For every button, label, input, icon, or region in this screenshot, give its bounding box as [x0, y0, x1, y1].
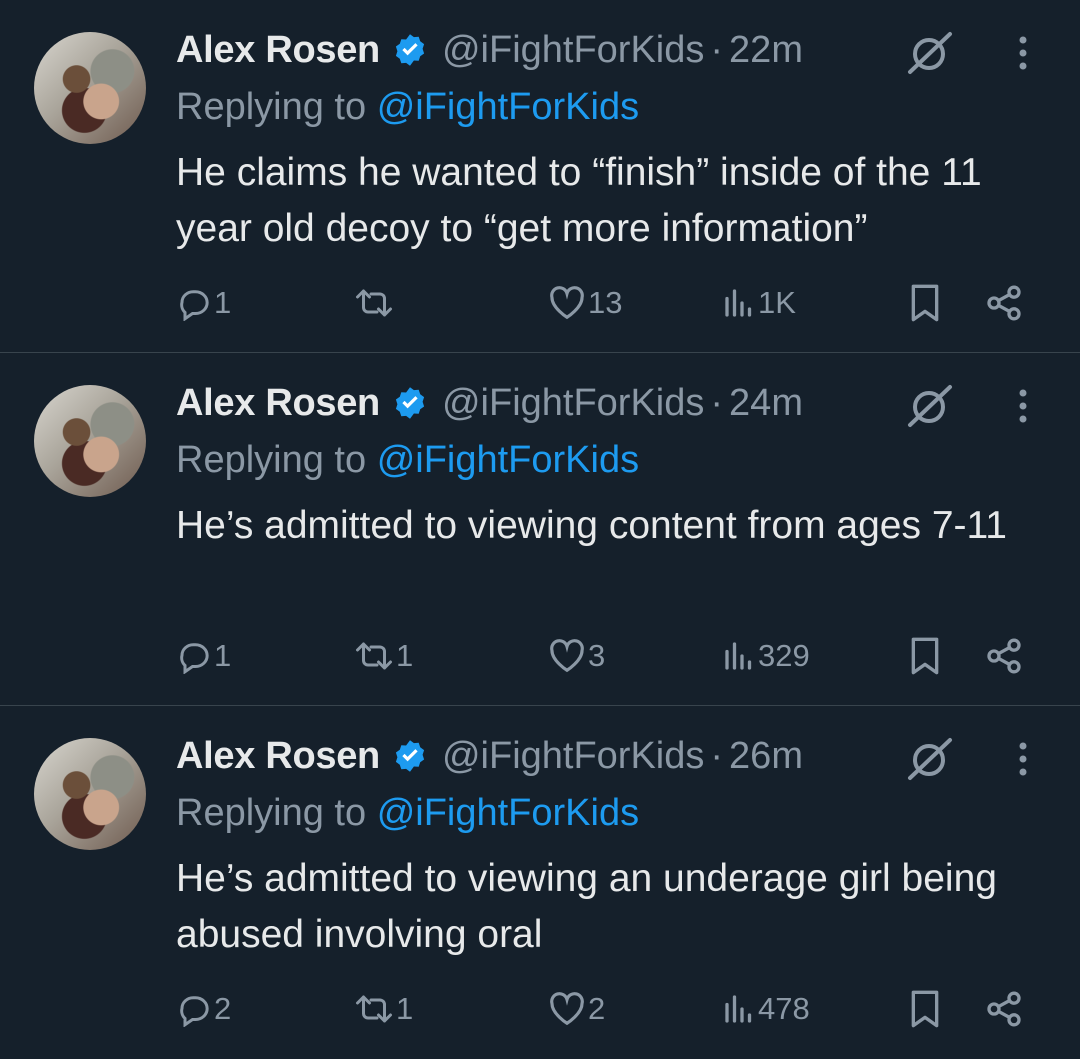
like-count: 2: [588, 991, 606, 1026]
views-icon: [725, 642, 752, 670]
repost-button[interactable]: 1: [354, 984, 413, 1034]
separator-dot: ·: [710, 28, 724, 71]
repost-count: 1: [396, 991, 414, 1026]
author-handle[interactable]: @iFightForKids: [442, 29, 704, 72]
bookmark-icon: [911, 637, 939, 675]
repost-icon: [356, 642, 392, 670]
grok-icon[interactable]: [904, 30, 954, 76]
views-button[interactable]: 478: [722, 984, 810, 1034]
timestamp[interactable]: 26m: [729, 735, 803, 778]
verified-badge-icon: [395, 34, 425, 66]
bookmark-button[interactable]: [908, 278, 942, 328]
views-button[interactable]: 329: [722, 631, 810, 681]
reply-button[interactable]: 1: [176, 631, 231, 681]
repost-icon: [356, 289, 392, 317]
replying-label: Replying to: [176, 439, 367, 481]
tweet-header: Alex Rosen @iFightForKids · 24m: [176, 379, 803, 427]
like-count: 13: [588, 285, 623, 320]
views-count: 329: [758, 638, 810, 673]
replying-mention[interactable]: @iFightForKids: [377, 86, 639, 128]
replying-mention[interactable]: @iFightForKids: [377, 439, 639, 481]
tweet-header: Alex Rosen @iFightForKids · 22m: [176, 26, 803, 74]
author-handle[interactable]: @iFightForKids: [442, 735, 704, 778]
like-button[interactable]: 2: [548, 984, 605, 1034]
reply-icon: [180, 290, 209, 321]
replying-label: Replying to: [176, 792, 367, 834]
grok-icon[interactable]: [904, 736, 954, 782]
share-icon: [987, 991, 1021, 1027]
bookmark-button[interactable]: [908, 984, 942, 1034]
tweet-header: Alex Rosen @iFightForKids · 26m: [176, 732, 803, 780]
share-icon: [987, 285, 1021, 321]
more-icon[interactable]: [1005, 738, 1041, 780]
repost-button[interactable]: 1: [354, 631, 413, 681]
repost-icon: [356, 995, 392, 1023]
separator-dot: ·: [710, 381, 724, 424]
like-icon: [550, 992, 584, 1026]
avatar[interactable]: [34, 385, 146, 497]
share-button[interactable]: [984, 278, 1024, 328]
share-button[interactable]: [984, 984, 1024, 1034]
author-handle[interactable]: @iFightForKids: [442, 382, 704, 425]
reply-count: 1: [214, 638, 232, 673]
action-bar: 1 13 1K: [176, 278, 1036, 328]
like-icon: [550, 639, 584, 673]
author-name[interactable]: Alex Rosen: [176, 382, 380, 425]
bookmark-icon: [911, 990, 939, 1028]
author-name[interactable]: Alex Rosen: [176, 29, 380, 72]
avatar[interactable]: [34, 32, 146, 144]
reply-icon: [180, 996, 209, 1027]
tweet-text: He’s admitted to viewing content from ag…: [176, 504, 1007, 547]
views-count: 1K: [758, 285, 796, 320]
separator-dot: ·: [710, 734, 724, 777]
verified-badge-icon: [395, 740, 425, 772]
reply-button[interactable]: 1: [176, 278, 231, 328]
timestamp[interactable]: 24m: [729, 382, 803, 425]
reply-count: 1: [214, 285, 232, 320]
repost-count: 1: [396, 638, 414, 673]
replying-mention[interactable]: @iFightForKids: [377, 792, 639, 834]
reply-button[interactable]: 2: [176, 984, 231, 1034]
action-bar: 1 1 3 329: [176, 631, 1036, 681]
more-icon[interactable]: [1005, 32, 1041, 74]
reply-count: 2: [214, 991, 232, 1026]
tweet-text: He’s admitted to viewing an underage gir…: [176, 857, 997, 956]
grok-icon[interactable]: [904, 383, 954, 429]
timestamp[interactable]: 22m: [729, 29, 803, 72]
avatar[interactable]: [34, 738, 146, 850]
author-name[interactable]: Alex Rosen: [176, 735, 380, 778]
like-count: 3: [588, 638, 606, 673]
share-button[interactable]: [984, 631, 1024, 681]
bookmark-button[interactable]: [908, 631, 942, 681]
views-icon: [725, 995, 752, 1023]
tweet[interactable]: Alex Rosen @iFightForKids · 26m Replying…: [0, 706, 1080, 1059]
repost-button[interactable]: [354, 278, 396, 328]
tweet-text: He claims he wanted to “finish” inside o…: [176, 151, 982, 250]
replying-to: Replying to @iFightForKids: [176, 86, 639, 129]
tweet[interactable]: Alex Rosen @iFightForKids · 24m Replying…: [0, 353, 1080, 706]
views-icon: [725, 289, 752, 317]
replying-to: Replying to @iFightForKids: [176, 439, 639, 482]
bookmark-icon: [911, 284, 939, 322]
verified-badge-icon: [395, 387, 425, 419]
views-button[interactable]: 1K: [722, 278, 796, 328]
replying-to: Replying to @iFightForKids: [176, 792, 639, 835]
timeline: Alex Rosen @iFightForKids · 22m Replying…: [0, 0, 1080, 1059]
share-icon: [987, 638, 1021, 674]
tweet[interactable]: Alex Rosen @iFightForKids · 22m Replying…: [0, 0, 1080, 353]
views-count: 478: [758, 991, 810, 1026]
like-icon: [550, 286, 584, 320]
like-button[interactable]: 13: [548, 278, 622, 328]
more-icon[interactable]: [1005, 385, 1041, 427]
replying-label: Replying to: [176, 86, 367, 128]
action-bar: 2 1 2 478: [176, 984, 1036, 1034]
like-button[interactable]: 3: [548, 631, 605, 681]
reply-icon: [180, 643, 209, 674]
